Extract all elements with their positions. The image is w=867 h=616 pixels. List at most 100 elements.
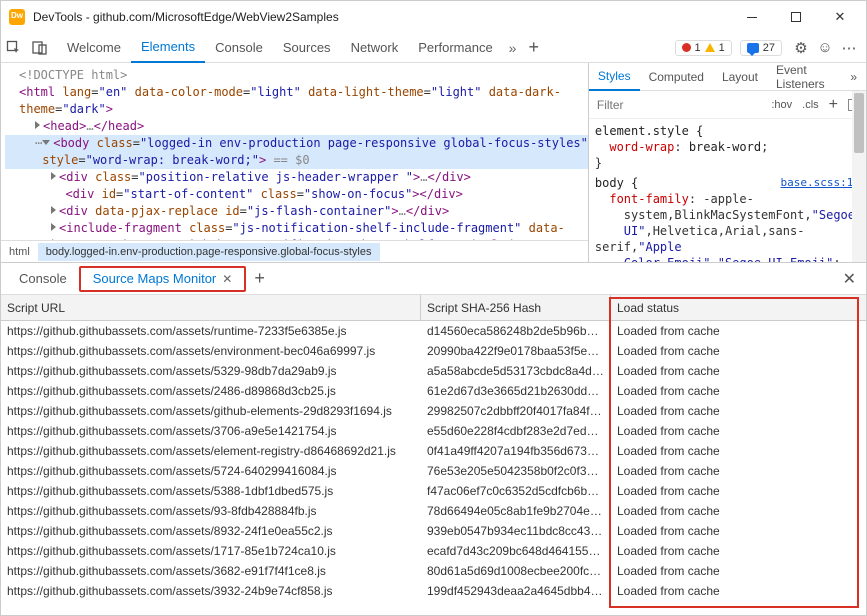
drawer-tab-source-maps-monitor[interactable]: Source Maps Monitor ✕ xyxy=(79,266,247,292)
cell-hash: ecafd7d43c209bc648d464155… xyxy=(421,544,611,558)
issues-badge[interactable]: 27 xyxy=(740,40,782,56)
table-row[interactable]: https://github.githubassets.com/assets/3… xyxy=(1,421,866,441)
cell-url: https://github.githubassets.com/assets/3… xyxy=(1,424,421,438)
cell-status: Loaded from cache xyxy=(611,484,866,498)
crumb-html[interactable]: html xyxy=(1,243,38,261)
head-node[interactable]: <head>…</head> xyxy=(5,118,588,135)
inspect-icon[interactable] xyxy=(1,35,27,61)
cell-hash: 76e53e205e5042358b0f2c0f357… xyxy=(421,464,611,478)
col-script-hash[interactable]: Script SHA-256 Hash xyxy=(421,295,611,320)
table-row[interactable]: https://github.githubassets.com/assets/8… xyxy=(1,521,866,541)
favicon-icon xyxy=(9,9,25,25)
cell-url: https://github.githubassets.com/assets/2… xyxy=(1,384,421,398)
cell-status: Loaded from cache xyxy=(611,344,866,358)
tab-computed[interactable]: Computed xyxy=(640,63,713,91)
styles-scrollbar[interactable] xyxy=(852,91,866,262)
table-row[interactable]: https://github.githubassets.com/assets/e… xyxy=(1,441,866,461)
table-row[interactable]: https://github.githubassets.com/assets/g… xyxy=(1,401,866,421)
drawer-close-icon[interactable]: ✕ xyxy=(833,269,866,289)
cell-url: https://github.githubassets.com/assets/e… xyxy=(1,444,421,458)
cell-url: https://github.githubassets.com/assets/3… xyxy=(1,564,421,578)
styles-pane: Styles Computed Layout Event Listeners »… xyxy=(589,63,866,262)
error-warning-badge[interactable]: 1 1 xyxy=(675,40,732,56)
drawer-add-tab-icon[interactable]: + xyxy=(246,268,273,289)
feedback-icon[interactable]: ☺ xyxy=(814,39,836,56)
tab-sources[interactable]: Sources xyxy=(273,33,341,63)
tab-performance[interactable]: Performance xyxy=(408,33,502,63)
add-tab-icon[interactable]: + xyxy=(522,37,545,58)
close-tab-icon[interactable]: ✕ xyxy=(222,272,232,286)
tab-console[interactable]: Console xyxy=(205,33,273,63)
cell-status: Loaded from cache xyxy=(611,584,866,598)
elements-panel: <!DOCTYPE html> <html lang="en" data-col… xyxy=(1,63,866,263)
col-script-url[interactable]: Script URL xyxy=(1,295,421,320)
tab-layout[interactable]: Layout xyxy=(713,63,767,91)
settings-gear-icon[interactable]: ⚙ xyxy=(790,39,812,57)
close-window-button[interactable]: ✕ xyxy=(818,3,862,31)
table-row[interactable]: https://github.githubassets.com/assets/5… xyxy=(1,461,866,481)
cell-status: Loaded from cache xyxy=(611,444,866,458)
tab-network[interactable]: Network xyxy=(341,33,409,63)
cell-status: Loaded from cache xyxy=(611,504,866,518)
tab-welcome[interactable]: Welcome xyxy=(57,33,131,63)
cell-status: Loaded from cache xyxy=(611,544,866,558)
table-row[interactable]: https://github.githubassets.com/assets/3… xyxy=(1,561,866,581)
tab-elements[interactable]: Elements xyxy=(131,33,205,63)
grid-header: Script URL Script SHA-256 Hash Load stat… xyxy=(1,295,866,321)
cell-url: https://github.githubassets.com/assets/5… xyxy=(1,464,421,478)
body-child-2[interactable]: <div id="start-of-content" class="show-o… xyxy=(5,186,588,203)
styles-filter-row: :hov .cls + xyxy=(589,91,866,119)
dom-tree[interactable]: <!DOCTYPE html> <html lang="en" data-col… xyxy=(1,63,588,240)
table-row[interactable]: https://github.githubassets.com/assets/r… xyxy=(1,321,866,341)
cell-hash: 199df452943deaa2a4645dbb44… xyxy=(421,584,611,598)
kebab-menu-icon[interactable]: ⋯ xyxy=(838,39,860,57)
col-load-status[interactable]: Load status xyxy=(611,295,866,320)
cls-toggle[interactable]: .cls xyxy=(802,99,819,111)
error-dot-icon xyxy=(682,43,691,52)
cell-hash: a5a58abcde5d53173cbdc8a4d7… xyxy=(421,364,611,378)
cell-hash: 80d61a5d69d1008ecbee200fc5… xyxy=(421,564,611,578)
crumb-body[interactable]: body.logged-in.env-production.page-respo… xyxy=(38,243,380,261)
body-node[interactable]: ⋯<body class="logged-in env-production p… xyxy=(5,135,588,152)
table-row[interactable]: https://github.githubassets.com/assets/5… xyxy=(1,481,866,501)
more-styles-tabs-icon[interactable]: » xyxy=(841,63,866,91)
cell-hash: 78d66494e05c8ab1fe9b2704e8… xyxy=(421,504,611,518)
tab-styles[interactable]: Styles xyxy=(589,63,640,91)
body-child-4[interactable]: <include-fragment class="js-notification… xyxy=(5,220,588,237)
body-child-1[interactable]: <div class="position-relative js-header-… xyxy=(5,169,588,186)
table-row[interactable]: https://github.githubassets.com/assets/5… xyxy=(1,361,866,381)
table-row[interactable]: https://github.githubassets.com/assets/3… xyxy=(1,581,866,601)
styles-filter-input[interactable] xyxy=(595,97,761,113)
dom-pane: <!DOCTYPE html> <html lang="en" data-col… xyxy=(1,63,589,262)
minimize-button[interactable] xyxy=(730,3,774,31)
table-row[interactable]: https://github.githubassets.com/assets/1… xyxy=(1,541,866,561)
table-row[interactable]: https://github.githubassets.com/assets/2… xyxy=(1,381,866,401)
tab-eventlisteners[interactable]: Event Listeners xyxy=(767,63,841,91)
table-row[interactable]: https://github.githubassets.com/assets/e… xyxy=(1,341,866,361)
more-tabs-icon[interactable]: » xyxy=(503,40,523,56)
new-rule-icon[interactable]: + xyxy=(829,96,838,114)
drawer-tab-console[interactable]: Console xyxy=(7,266,79,292)
devtools-window: DevTools - github.com/MicrosoftEdge/WebV… xyxy=(0,0,867,616)
cell-hash: 61e2d67d3e3665d21b2630dd1… xyxy=(421,384,611,398)
issues-icon xyxy=(747,43,759,53)
cell-status: Loaded from cache xyxy=(611,324,866,338)
cell-url: https://github.githubassets.com/assets/8… xyxy=(1,524,421,538)
window-controls: ✕ xyxy=(730,3,862,31)
device-icon[interactable] xyxy=(27,35,53,61)
source-link[interactable]: base.scss:16 xyxy=(781,175,860,191)
grid-body[interactable]: https://github.githubassets.com/assets/r… xyxy=(1,321,866,615)
cell-hash: d14560eca586248b2de5b96be8… xyxy=(421,324,611,338)
styles-rules[interactable]: element.style { word-wrap: break-word; }… xyxy=(589,119,866,262)
cell-url: https://github.githubassets.com/assets/5… xyxy=(1,484,421,498)
drawer-tabs: Console Source Maps Monitor ✕ + ✕ xyxy=(1,263,866,295)
cell-hash: 0f41a49ff4207a194fb356d6732c… xyxy=(421,444,611,458)
cell-status: Loaded from cache xyxy=(611,564,866,578)
cell-status: Loaded from cache xyxy=(611,464,866,478)
table-row[interactable]: https://github.githubassets.com/assets/9… xyxy=(1,501,866,521)
maximize-button[interactable] xyxy=(774,3,818,31)
cell-hash: 29982507c2dbbff20f4017fa84f… xyxy=(421,404,611,418)
hov-toggle[interactable]: :hov xyxy=(771,99,792,111)
cell-url: https://github.githubassets.com/assets/g… xyxy=(1,404,421,418)
body-child-3[interactable]: <div data-pjax-replace id="js-flash-cont… xyxy=(5,203,588,220)
